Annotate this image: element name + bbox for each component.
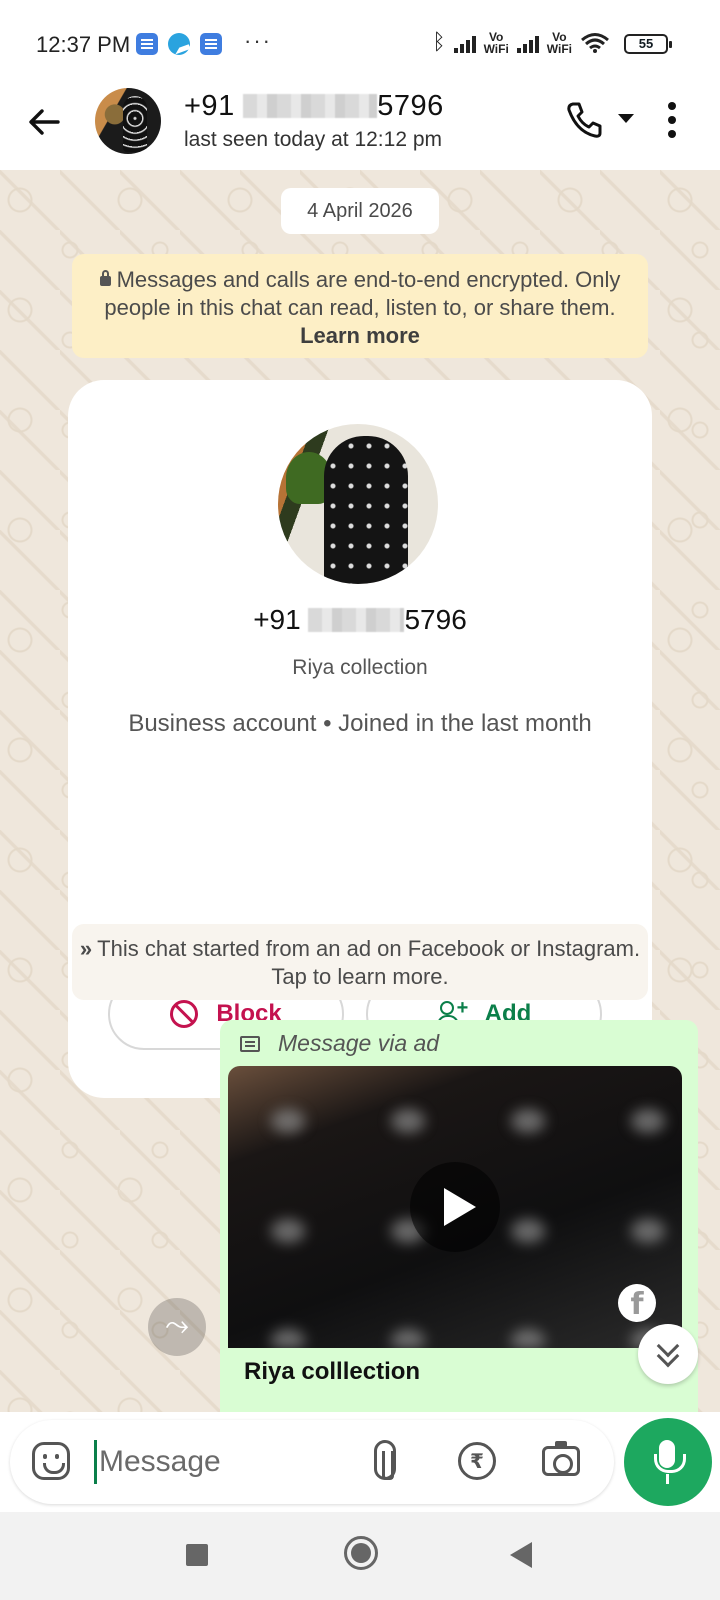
voice-call-icon[interactable] <box>564 100 604 140</box>
bluetooth-icon: ᛒ <box>432 30 446 55</box>
chat-area[interactable]: 4 April 2026 Messages and calls are end-… <box>0 170 720 1412</box>
notification-app-icon <box>200 33 222 55</box>
lock-icon <box>99 270 111 286</box>
system-nav-bar <box>0 1512 720 1600</box>
forward-icon[interactable]: ⤳ <box>148 1298 206 1356</box>
status-icons: ᛒ Vo WiFi Vo WiFi <box>432 30 610 55</box>
ad-origin-notice[interactable]: » This chat started from an ad on Faceboo… <box>72 924 648 1000</box>
date-separator: 4 April 2026 <box>281 188 439 234</box>
redacted-digits <box>243 94 378 118</box>
block-icon <box>170 1000 199 1028</box>
last-seen-status[interactable]: last seen today at 12:12 pm <box>184 128 442 152</box>
vowifi-icon: Vo WiFi <box>546 29 572 56</box>
number-prefix: +91 <box>184 90 235 122</box>
contact-number[interactable]: +91 5796 <box>184 90 444 123</box>
more-notifications-icon: ··· <box>244 28 272 53</box>
status-time: 12:37 PM <box>36 32 131 57</box>
ad-label: Message via ad <box>240 1030 439 1057</box>
ad-notice-text: This chat started from an ad on Facebook… <box>97 936 641 989</box>
scroll-to-bottom-button[interactable] <box>638 1324 698 1384</box>
home-icon[interactable] <box>344 1536 378 1570</box>
back-arrow-icon[interactable] <box>26 102 62 142</box>
sticker-icon[interactable] <box>32 1442 70 1480</box>
nav-back-icon[interactable] <box>510 1542 532 1568</box>
double-chevron-icon: » <box>79 936 92 961</box>
wifi-icon <box>581 32 609 53</box>
number-suffix: 5796 <box>404 604 467 635</box>
telegram-icon <box>168 33 190 55</box>
number-suffix: 5796 <box>377 90 444 122</box>
facebook-icon: f <box>618 1284 656 1322</box>
redacted-digits <box>308 608 405 632</box>
number-prefix: +91 <box>253 604 301 635</box>
chat-header: +91 5796 last seen today at 12:12 pm <box>0 78 720 170</box>
caret-down-icon[interactable] <box>618 114 634 123</box>
play-icon[interactable] <box>410 1162 500 1252</box>
ad-icon <box>240 1035 260 1052</box>
ad-label-text: Message via ad <box>278 1030 440 1056</box>
message-composer: ₹ <box>10 1420 614 1504</box>
ad-caption: Riya colllection <box>244 1358 421 1385</box>
business-description: Business account • Joined in the last mo… <box>128 710 592 737</box>
contact-avatar[interactable] <box>95 88 161 154</box>
business-name: Riya collection <box>292 656 428 679</box>
business-number: +91 5796 <box>68 604 652 636</box>
ad-message-bubble[interactable]: Message via ad f Riya colllection <box>220 1020 698 1412</box>
ad-video-thumbnail[interactable]: f <box>228 1066 682 1348</box>
mic-icon <box>666 1474 669 1484</box>
attach-icon[interactable] <box>374 1440 396 1480</box>
business-profile-photo[interactable] <box>278 424 438 584</box>
camera-icon[interactable] <box>542 1441 580 1476</box>
notification-app-icon <box>136 33 158 55</box>
payment-rupee-icon[interactable]: ₹ <box>458 1442 496 1480</box>
recents-icon[interactable] <box>186 1544 208 1566</box>
message-input[interactable] <box>94 1440 354 1484</box>
signal-icon <box>516 33 539 53</box>
battery-icon: 55 <box>624 34 672 54</box>
encryption-text: Messages and calls are end-to-end encryp… <box>104 267 621 320</box>
vowifi-icon: Vo WiFi <box>483 29 509 56</box>
status-bar: 12:37 PM ··· ᛒ Vo WiFi Vo WiFi 55 <box>0 0 720 78</box>
encryption-notice[interactable]: Messages and calls are end-to-end encryp… <box>72 254 648 358</box>
voice-message-button[interactable] <box>624 1418 712 1506</box>
signal-icon <box>453 33 476 53</box>
learn-more-link[interactable]: Learn more <box>300 323 420 348</box>
more-vertical-icon[interactable] <box>668 102 676 142</box>
